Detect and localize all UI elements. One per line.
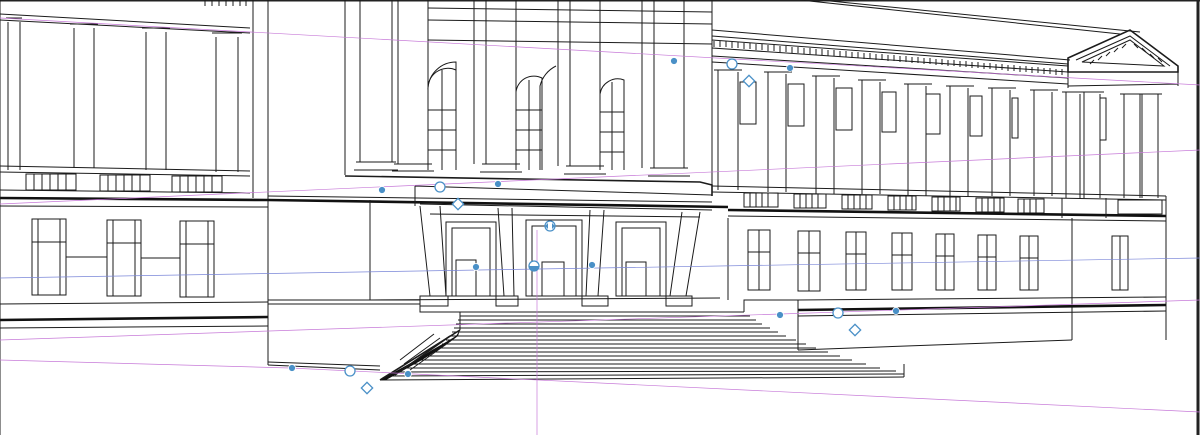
guide-ring-right-low[interactable] [832, 307, 844, 319]
left-wing [0, 0, 269, 435]
diamond-handle-right-low[interactable] [848, 323, 862, 337]
arched-windows [427, 61, 625, 170]
portico-doors [445, 219, 667, 297]
guide-handle-right-low[interactable] [776, 311, 784, 319]
guide-handle-bottom-left[interactable] [288, 364, 296, 372]
pediment [1067, 29, 1179, 88]
line-art-layer [0, 0, 1200, 435]
guide-handle-right-low-2[interactable] [892, 307, 900, 315]
diamond-handle-top[interactable] [742, 74, 756, 88]
drawing-canvas[interactable] [0, 0, 1200, 435]
left-wing-columns [6, 17, 242, 172]
perspective-handles[interactable] [288, 57, 900, 395]
right-wing-upper-windows [739, 81, 1107, 141]
guide-handle-bottom-2[interactable] [404, 370, 412, 378]
right-wing [711, 0, 1179, 351]
diamond-handle-bottom[interactable] [360, 381, 374, 395]
guide-ring-mid[interactable] [434, 181, 446, 193]
guide-handle-left-mid[interactable] [378, 186, 386, 194]
eye-level-handle-left[interactable] [472, 263, 480, 271]
central-pavilion [252, 0, 729, 371]
vanishing-handle-top[interactable] [670, 57, 678, 65]
vanishing-ring-top[interactable] [726, 58, 738, 70]
guide-handle-mid-2[interactable] [494, 180, 502, 188]
eye-level-handle-right[interactable] [588, 261, 596, 269]
guide-ring-bottom[interactable] [344, 365, 356, 377]
diamond-handle-mid[interactable] [451, 197, 465, 211]
vanishing-handle-top-2[interactable] [786, 64, 794, 72]
left-wing-balustrade-windows [25, 173, 223, 193]
left-wing-ground-windows [31, 218, 215, 298]
